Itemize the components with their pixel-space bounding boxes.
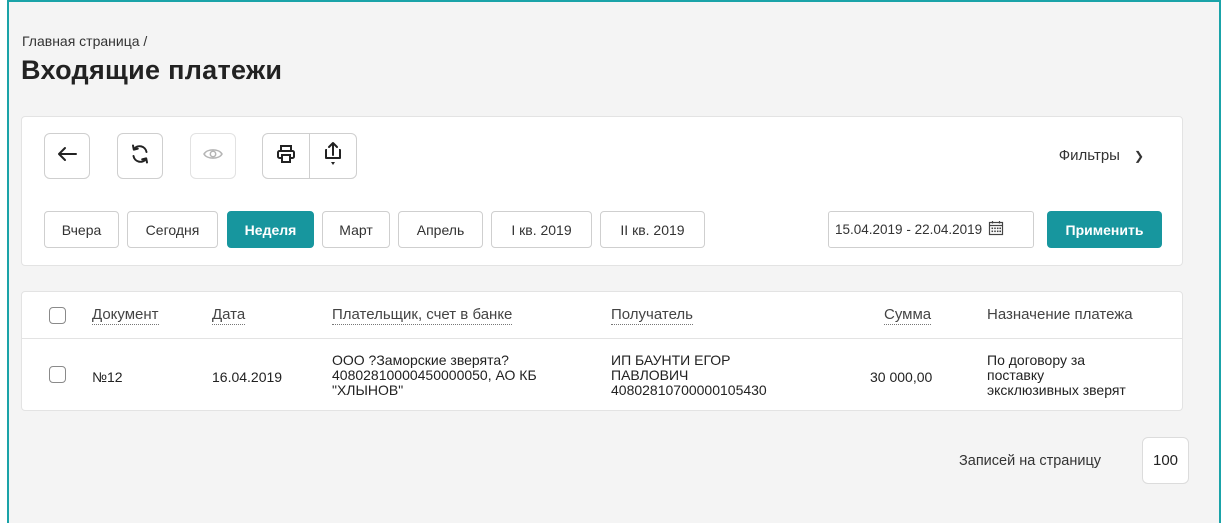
recipient-account: 40802810700000105430 [611, 382, 767, 398]
breadcrumb: Главная страница / [22, 33, 147, 49]
period-q1-2019-button[interactable]: I кв. 2019 [491, 211, 592, 248]
cell-amount: 30 000,00 [870, 369, 933, 385]
purpose-line1: По договору за [987, 352, 1086, 368]
column-header-amount[interactable]: Сумма [884, 306, 932, 325]
filters-label: Фильтры [1058, 147, 1120, 164]
apply-button[interactable]: Применить [1047, 211, 1162, 248]
view-button[interactable] [190, 133, 236, 179]
back-button[interactable] [44, 133, 90, 179]
period-q2-2019-button[interactable]: II кв. 2019 [600, 211, 705, 248]
printer-icon [276, 144, 296, 169]
refresh-icon [130, 144, 150, 169]
breadcrumb-separator: / [143, 33, 148, 49]
cell-recipient: ИП БАУНТИ ЕГОР ПАВЛОВИЧ 4080281070000010… [611, 353, 767, 398]
chevron-right-icon: ❯ [1133, 148, 1144, 163]
date-range-value: 15.04.2019 - 22.04.2019 [835, 222, 983, 237]
period-yesterday-button[interactable]: Вчера [44, 211, 119, 248]
period-week-button[interactable]: Неделя [227, 211, 314, 248]
recipient-name-line2: ПАВЛОВИЧ [611, 367, 689, 383]
column-header-recipient[interactable]: Получатель [611, 306, 693, 325]
row-checkbox[interactable] [49, 366, 66, 383]
column-header-purpose: Назначение платежа [987, 306, 1133, 323]
purpose-line2: поставку [987, 367, 1045, 383]
table-row[interactable]: №12 16.04.2019 ООО ?Заморские зверята? 4… [22, 339, 1182, 411]
cell-payer: ООО ?Заморские зверята? 4080281000045000… [332, 353, 537, 398]
breadcrumb-home-link[interactable]: Главная страница [22, 33, 140, 49]
per-page-select[interactable]: 100 [1142, 437, 1189, 484]
date-range-input[interactable]: 15.04.2019 - 22.04.2019 [828, 211, 1034, 248]
arrow-left-icon [57, 146, 77, 167]
upload-icon [323, 141, 343, 172]
toolbar-card: Фильтры ❯ Вчера Сегодня Неделя Март Апре… [21, 116, 1183, 266]
column-header-date[interactable]: Дата [212, 306, 246, 325]
cell-date: 16.04.2019 [212, 369, 283, 385]
table-header: Документ Дата Плательщик, счет в банке П… [22, 292, 1182, 339]
export-button[interactable] [309, 134, 356, 178]
period-march-button[interactable]: Март [322, 211, 390, 248]
payer-bank: "ХЛЫНОВ" [332, 382, 404, 398]
print-button[interactable] [263, 134, 309, 178]
column-header-payer[interactable]: Плательщик, счет в банке [332, 306, 513, 325]
refresh-button[interactable] [117, 133, 163, 179]
per-page-label: Записей на страницу [959, 453, 1101, 469]
cell-purpose: По договору за поставку эксклюзивных зве… [987, 353, 1126, 398]
calendar-icon[interactable] [988, 220, 1004, 239]
column-header-document[interactable]: Документ [92, 306, 159, 325]
payer-account: 40802810000450000050, АО КБ [332, 367, 537, 383]
period-today-button[interactable]: Сегодня [127, 211, 218, 248]
cell-document[interactable]: №12 [92, 370, 123, 385]
filters-toggle[interactable]: Фильтры ❯ [1059, 147, 1144, 164]
payer-name: ООО ?Заморские зверята? [332, 352, 509, 368]
purpose-line3: эксклюзивных зверят [987, 382, 1126, 398]
print-export-group [262, 133, 357, 179]
period-april-button[interactable]: Апрель [398, 211, 483, 248]
app-frame: Главная страница / Входящие платежи Филь… [7, 0, 1221, 523]
page-title: Входящие платежи [21, 55, 283, 85]
recipient-name-line1: ИП БАУНТИ ЕГОР [611, 352, 731, 368]
eye-icon [203, 147, 223, 166]
select-all-checkbox[interactable] [49, 307, 66, 324]
payments-table: Документ Дата Плательщик, счет в банке П… [21, 291, 1183, 411]
